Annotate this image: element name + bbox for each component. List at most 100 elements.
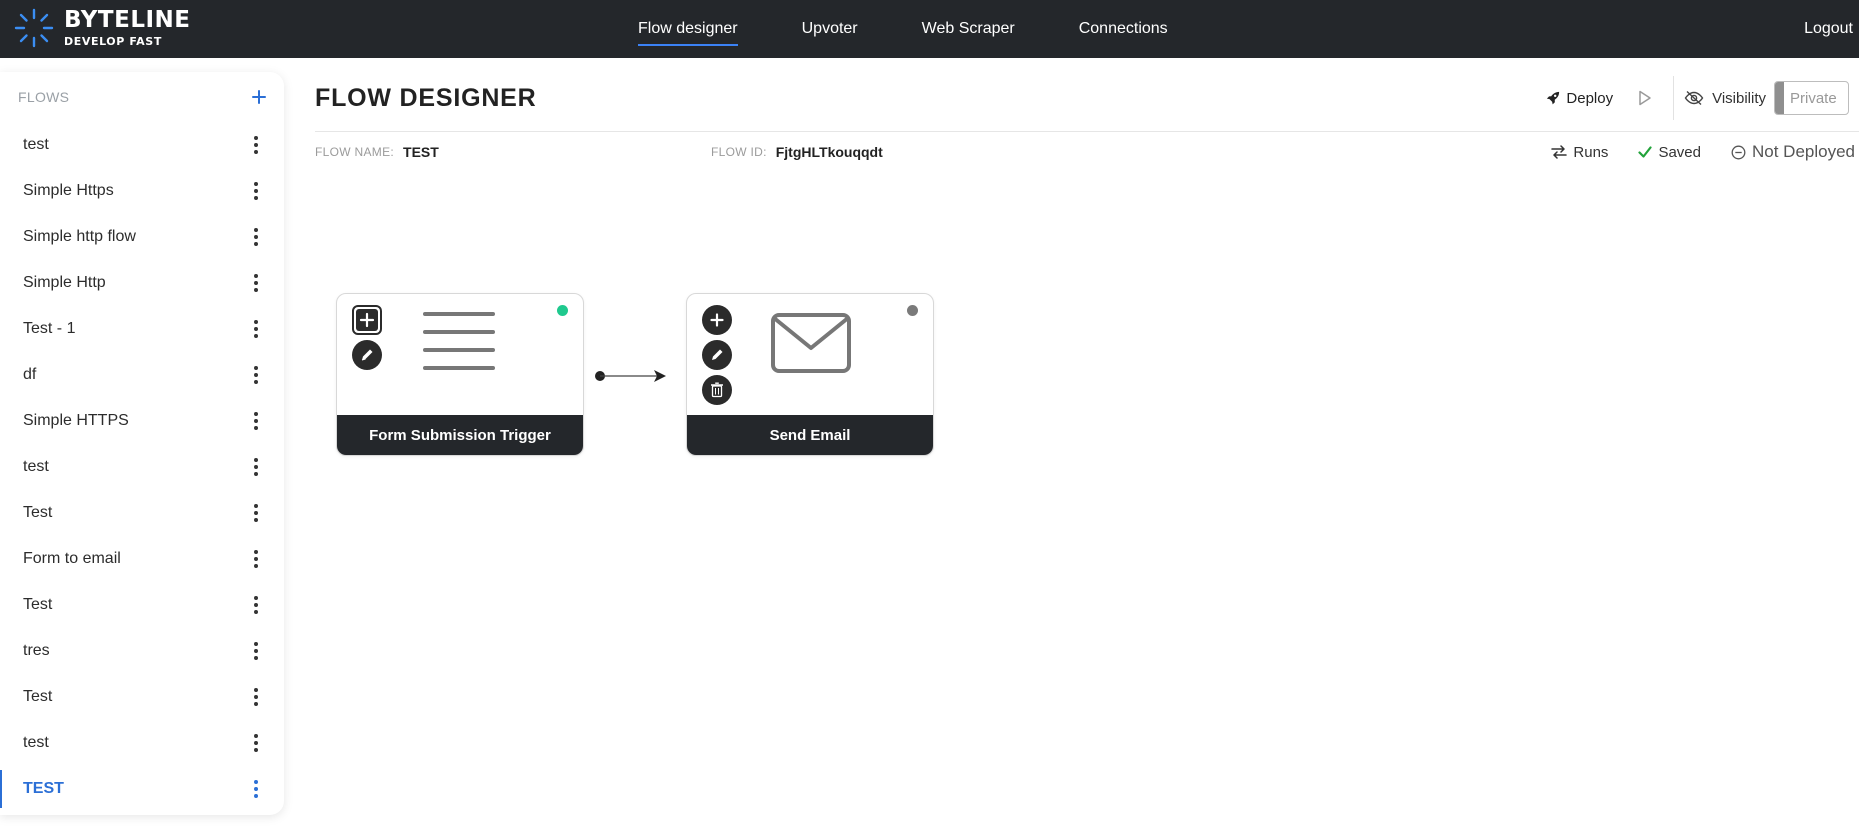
- header-actions: Deploy Visibility Private: [1546, 76, 1849, 120]
- saved-label: Saved: [1658, 143, 1701, 161]
- runs-button[interactable]: Runs: [1551, 144, 1608, 161]
- kebab-menu-icon[interactable]: [246, 687, 266, 707]
- eye-off-icon: [1684, 90, 1704, 106]
- envelope-icon: [771, 313, 851, 373]
- flow-item-label: tres: [23, 642, 50, 659]
- flow-item-label: Simple Https: [23, 182, 114, 199]
- kebab-menu-icon[interactable]: [246, 595, 266, 615]
- add-flow-button[interactable]: [252, 86, 266, 108]
- flow-id-value: FjtgHLTkouqqdt: [775, 144, 883, 160]
- sidebar-flow-item[interactable]: test: [0, 720, 284, 766]
- node-connector-arrow: [595, 370, 666, 382]
- nav-flow-designer[interactable]: Flow designer: [638, 0, 738, 58]
- trash-icon: [711, 382, 723, 398]
- runs-label: Runs: [1573, 143, 1609, 161]
- sidebar-header: FLOWS: [0, 72, 284, 122]
- sidebar-flow-item[interactable]: Test: [0, 674, 284, 720]
- flow-item-label: test: [23, 734, 49, 751]
- page-title: FLOW DESIGNER: [315, 84, 537, 112]
- sidebar-flow-item[interactable]: Simple HTTPS: [0, 398, 284, 444]
- kebab-menu-icon[interactable]: [246, 733, 266, 753]
- flow-item-label: Test: [23, 596, 53, 613]
- swap-arrows-icon: [1551, 145, 1568, 159]
- nav-web-scraper[interactable]: Web Scraper: [922, 0, 1015, 58]
- flow-item-label: Simple Http: [23, 274, 106, 291]
- sidebar-flow-item[interactable]: Simple Http: [0, 260, 284, 306]
- kebab-menu-icon[interactable]: [246, 227, 266, 247]
- sidebar-flow-item[interactable]: test: [0, 122, 284, 168]
- pencil-icon: [712, 349, 723, 360]
- flow-item-label: Test - 1: [23, 320, 76, 337]
- nav-connections[interactable]: Connections: [1079, 0, 1168, 58]
- sidebar-flow-item[interactable]: Test: [0, 490, 284, 536]
- flow-item-label: Test: [23, 688, 53, 705]
- flow-item-label: Simple HTTPS: [23, 412, 129, 429]
- kebab-menu-icon[interactable]: [246, 365, 266, 385]
- deploy-button[interactable]: Deploy: [1546, 90, 1613, 107]
- kebab-menu-icon[interactable]: [246, 319, 266, 339]
- minus-circle-icon: [1731, 145, 1746, 159]
- visibility-text: Visibility: [1712, 89, 1766, 107]
- logout-link[interactable]: Logout: [1804, 0, 1853, 58]
- nav-upvoter[interactable]: Upvoter: [802, 0, 858, 58]
- send-email-node[interactable]: Send Email: [686, 293, 934, 456]
- kebab-menu-icon[interactable]: [246, 273, 266, 293]
- node-add-button[interactable]: [352, 305, 382, 335]
- saved-status: Saved: [1638, 144, 1701, 161]
- flow-name-label: FLOW NAME:: [315, 145, 395, 159]
- flow-id-block: FLOW ID: FjtgHLTkouqqdt: [711, 144, 883, 160]
- flow-item-label: Form to email: [23, 550, 121, 567]
- kebab-menu-icon[interactable]: [246, 181, 266, 201]
- play-icon: [1639, 90, 1651, 106]
- flow-item-label: Simple http flow: [23, 228, 136, 245]
- sidebar-flow-item[interactable]: tres: [0, 628, 284, 674]
- sidebar-flow-item[interactable]: test: [0, 444, 284, 490]
- brand-tagline: DEVELOP FAST: [64, 35, 162, 48]
- pencil-icon: [361, 349, 373, 361]
- brand-logo[interactable]: BYTELINE DEVELOP FAST: [12, 4, 191, 52]
- sidebar-flow-item[interactable]: Test - 1: [0, 306, 284, 352]
- trigger-status-dot: [557, 305, 568, 316]
- kebab-menu-icon[interactable]: [246, 503, 266, 523]
- kebab-menu-icon[interactable]: [246, 641, 266, 661]
- flow-item-label: test: [23, 458, 49, 475]
- sidebar-flow-item[interactable]: Simple http flow: [0, 214, 284, 260]
- plus-square-icon: [356, 309, 378, 331]
- node-edit-button[interactable]: [352, 340, 382, 370]
- plus-icon: [710, 313, 724, 327]
- flow-name-block: FLOW NAME: TEST: [315, 144, 439, 160]
- node-edit-button[interactable]: [702, 340, 732, 370]
- flows-sidebar: FLOWS test Simple Https Simple http flow Si…: [0, 72, 284, 815]
- kebab-menu-icon[interactable]: [246, 549, 266, 569]
- top-navbar: BYTELINE DEVELOP FAST Flow designer Upvo…: [0, 0, 1859, 58]
- sidebar-flow-item[interactable]: df: [0, 352, 284, 398]
- trigger-node[interactable]: Form Submission Trigger: [336, 293, 584, 456]
- send-email-status-dot: [907, 305, 918, 316]
- sidebar-flow-item[interactable]: Simple Https: [0, 168, 284, 214]
- trigger-node-title: Form Submission Trigger: [337, 415, 583, 455]
- node-add-button[interactable]: [702, 305, 732, 335]
- flow-name-value: TEST: [403, 144, 439, 160]
- flow-list: test Simple Https Simple http flow Simple H…: [0, 122, 284, 812]
- kebab-menu-icon[interactable]: [246, 779, 266, 799]
- header-divider: [1673, 76, 1675, 120]
- deploy-status: Not Deployed: [1731, 142, 1855, 162]
- node-delete-button[interactable]: [702, 375, 732, 405]
- plus-icon: [252, 90, 266, 104]
- sidebar-flow-item[interactable]: Test: [0, 582, 284, 628]
- toggle-knob: [1775, 82, 1784, 114]
- kebab-menu-icon[interactable]: [246, 457, 266, 477]
- rocket-icon: [1547, 91, 1560, 105]
- visibility-toggle[interactable]: Private: [1774, 81, 1849, 115]
- header-divider-line: [315, 131, 1859, 132]
- sidebar-flow-item[interactable]: TEST: [0, 766, 284, 812]
- visibility-label: Visibility: [1684, 90, 1766, 107]
- sidebar-flow-item[interactable]: Form to email: [0, 536, 284, 582]
- run-button[interactable]: [1635, 88, 1655, 108]
- flow-status-row: Runs Saved Not Deployed: [1521, 142, 1855, 162]
- send-email-node-title: Send Email: [687, 415, 933, 455]
- brand-name: BYTELINE: [64, 7, 191, 33]
- kebab-menu-icon[interactable]: [246, 135, 266, 155]
- flow-id-label: FLOW ID:: [711, 145, 767, 159]
- kebab-menu-icon[interactable]: [246, 411, 266, 431]
